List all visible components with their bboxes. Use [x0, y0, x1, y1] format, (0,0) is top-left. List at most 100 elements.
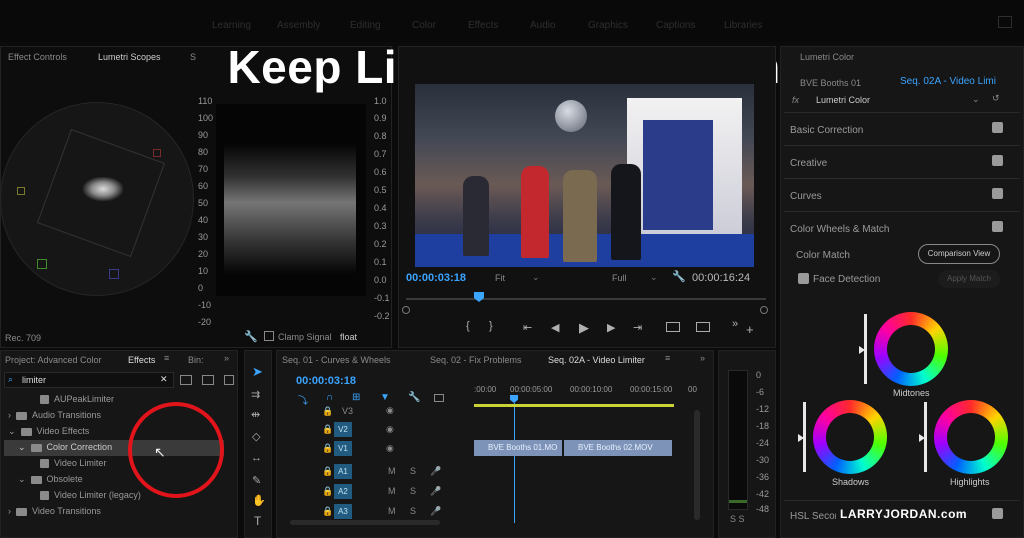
effects-menu-icon[interactable]: ≡: [164, 353, 169, 363]
clear-search-icon[interactable]: ✕: [160, 374, 168, 385]
mark-in-icon[interactable]: {: [466, 320, 470, 332]
highlights-slider[interactable]: [924, 402, 927, 472]
lock-a1-icon[interactable]: 🔒: [322, 466, 333, 477]
effect-selector[interactable]: Lumetri Color: [816, 95, 870, 105]
tab-effects[interactable]: Effects: [128, 355, 155, 365]
highlights-wheel[interactable]: [934, 400, 1008, 474]
scroll-handle-left[interactable]: [402, 306, 410, 314]
tree-item-video-effects[interactable]: ⌄ Video Effects: [8, 426, 89, 437]
tree-item-audio-transitions[interactable]: › Audio Transitions: [8, 410, 101, 420]
share-icon[interactable]: [998, 16, 1012, 28]
project-title[interactable]: Project: Advanced Color: [5, 355, 102, 365]
clamp-checkbox[interactable]: [264, 331, 274, 341]
sequence-selector[interactable]: Seq. 02A - Video Limi: [900, 76, 996, 87]
play-icon[interactable]: ▶: [579, 320, 589, 336]
resolution-chevron-icon[interactable]: ⌄: [650, 272, 658, 283]
shadows-wheel[interactable]: [813, 400, 887, 474]
apply-match-button[interactable]: Apply Match: [938, 270, 1000, 288]
step-back-icon[interactable]: ◀: [551, 321, 559, 334]
workspace-assembly[interactable]: Assembly: [277, 20, 320, 31]
panels-overflow-icon[interactable]: »: [224, 353, 229, 363]
mute-a3[interactable]: M: [388, 506, 396, 516]
lock-a3-icon[interactable]: 🔒: [322, 506, 333, 517]
hsl-secondary-checkbox[interactable]: [992, 508, 1003, 519]
mute-a1[interactable]: M: [388, 466, 396, 476]
nest-icon[interactable]: ⤵: [298, 392, 308, 407]
scroll-handle-right[interactable]: [760, 306, 768, 314]
sequence-menu-icon[interactable]: ≡: [665, 353, 670, 363]
comparison-view-button[interactable]: Comparison View: [918, 244, 1000, 264]
eye-v2-icon[interactable]: ◉: [386, 424, 394, 435]
workspace-audio[interactable]: Audio: [530, 20, 556, 31]
timeline-scrollbar[interactable]: [290, 520, 440, 525]
solo-a3[interactable]: S: [410, 506, 416, 516]
more-controls-icon[interactable]: »: [732, 318, 738, 330]
yuv-effects-icon[interactable]: [224, 375, 234, 385]
zoom-chevron-icon[interactable]: ⌄: [532, 272, 540, 283]
lock-v1-icon[interactable]: 🔒: [322, 443, 333, 454]
resolution-select[interactable]: Full: [612, 273, 627, 283]
reset-icon[interactable]: ↺: [992, 93, 1000, 104]
mic-a1-icon[interactable]: 🎤: [430, 466, 441, 477]
lock-a2-icon[interactable]: 🔒: [322, 486, 333, 497]
clip-bve-booths-02[interactable]: BVE Booths 02.MOV: [564, 440, 672, 456]
tab-seq-02a[interactable]: Seq. 02A - Video Limiter: [548, 355, 645, 365]
bit-depth-select[interactable]: float: [340, 332, 357, 342]
zoom-select[interactable]: Fit: [495, 273, 505, 283]
type-tool-icon[interactable]: T: [254, 514, 261, 528]
32bit-effects-icon[interactable]: [202, 375, 214, 385]
workspace-effects[interactable]: Effects: [468, 20, 498, 31]
tree-item-video-transitions[interactable]: › Video Transitions: [8, 506, 101, 516]
basic-correction-checkbox[interactable]: [992, 122, 1003, 133]
tree-item-video-limiter[interactable]: Video Limiter: [40, 458, 106, 469]
mute-a2[interactable]: M: [388, 486, 396, 496]
program-timecode[interactable]: 00:00:03:18: [406, 272, 466, 284]
tab-seq-01[interactable]: Seq. 01 - Curves & Wheels: [282, 355, 391, 365]
track-target-v2[interactable]: V2: [334, 422, 352, 437]
lumetri-header[interactable]: Lumetri Color: [800, 52, 854, 62]
shadows-slider[interactable]: [803, 402, 806, 472]
workspace-editing[interactable]: Editing: [350, 20, 381, 31]
lift-icon[interactable]: [666, 322, 680, 332]
workspace-learning[interactable]: Learning: [212, 20, 251, 31]
tree-item-obsolete[interactable]: ⌄ Obsolete: [18, 474, 83, 485]
section-creative[interactable]: Creative: [790, 158, 827, 169]
workspace-libraries[interactable]: Libraries: [724, 20, 762, 31]
section-color-wheels[interactable]: Color Wheels & Match: [790, 224, 889, 235]
step-forward-icon[interactable]: ▶: [607, 321, 615, 334]
workspace-captions[interactable]: Captions: [656, 20, 695, 31]
timeline-settings-icon[interactable]: 🔧: [408, 392, 420, 403]
clip-bve-booths-01[interactable]: BVE Booths 01.MO: [474, 440, 562, 456]
effect-chevron-icon[interactable]: ⌄: [972, 94, 980, 105]
add-button-icon[interactable]: +: [746, 322, 754, 337]
color-wheels-checkbox[interactable]: [992, 221, 1003, 232]
track-target-v1[interactable]: V1: [334, 441, 352, 456]
creative-checkbox[interactable]: [992, 155, 1003, 166]
mark-out-icon[interactable]: }: [489, 320, 493, 332]
extract-icon[interactable]: [696, 322, 710, 332]
effects-search-value[interactable]: limiter: [22, 375, 46, 385]
go-to-out-icon[interactable]: ⇥: [633, 321, 642, 334]
workspace-graphics[interactable]: Graphics: [588, 20, 628, 31]
mic-a2-icon[interactable]: 🎤: [430, 486, 441, 497]
meter-solo-buttons[interactable]: S S: [730, 514, 745, 524]
slip-tool-icon[interactable]: ↔: [251, 452, 262, 464]
track-target-a1[interactable]: A1: [334, 464, 352, 479]
midtones-wheel[interactable]: [874, 312, 948, 386]
wrench-icon[interactable]: 🔧: [244, 330, 258, 343]
mic-a3-icon[interactable]: 🎤: [430, 506, 441, 517]
clip-selector[interactable]: BVE Booths 01: [800, 78, 861, 88]
curves-checkbox[interactable]: [992, 188, 1003, 199]
add-marker-icon[interactable]: ▼: [380, 392, 390, 403]
lock-v2-icon[interactable]: 🔒: [322, 424, 333, 435]
pen-tool-icon[interactable]: ✎: [252, 474, 261, 487]
linked-selection-icon[interactable]: ⊞: [352, 392, 360, 403]
timeline-timecode[interactable]: 00:00:03:18: [296, 375, 356, 387]
track-label-v3[interactable]: V3: [342, 406, 353, 416]
go-to-in-icon[interactable]: ⇤: [523, 321, 532, 334]
snap-icon[interactable]: ∩: [326, 392, 333, 403]
eye-v3-icon[interactable]: ◉: [386, 405, 394, 416]
midtones-slider[interactable]: [864, 314, 867, 384]
solo-a1[interactable]: S: [410, 466, 416, 476]
track-target-a3[interactable]: A3: [334, 504, 352, 519]
